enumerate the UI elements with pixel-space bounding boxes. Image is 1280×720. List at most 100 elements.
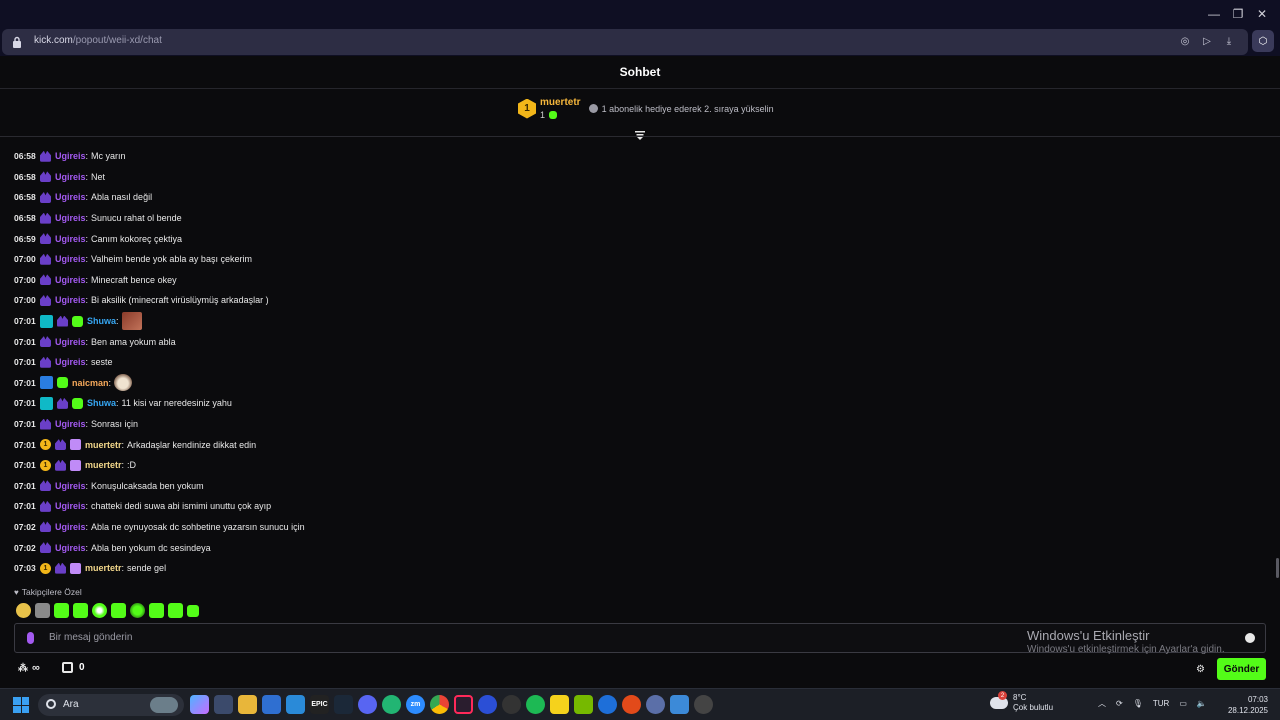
username[interactable]: muertetr — [85, 440, 122, 450]
circle-app-icon[interactable] — [646, 695, 665, 714]
username[interactable]: Ugireis — [55, 481, 86, 491]
store-app-icon[interactable] — [262, 695, 281, 714]
username[interactable]: muertetr — [85, 460, 122, 470]
search-label: Ara — [63, 699, 79, 710]
username[interactable]: Shuwa — [87, 398, 116, 408]
username[interactable]: Ugireis — [55, 501, 86, 511]
volume-icon[interactable]: 🔈 — [1197, 699, 1207, 708]
file-explorer-icon[interactable] — [238, 695, 257, 714]
minimize-icon[interactable]: — — [1202, 0, 1226, 28]
window-titlebar: — ❐ ✕ — [0, 0, 1280, 28]
chrome-icon[interactable] — [430, 695, 449, 714]
emote-button[interactable] — [168, 603, 183, 618]
message-input[interactable]: Bir mesaj gönderin Windows'u Etkinleştir… — [14, 623, 1266, 655]
microphone-icon[interactable]: 🎙 — [1133, 699, 1143, 708]
extension-icon[interactable]: ⬡ — [1252, 30, 1274, 52]
message-text: 11 kisi var neredesiniz yahu — [121, 398, 232, 409]
username[interactable]: Ugireis — [55, 337, 86, 347]
username[interactable]: Shuwa — [87, 316, 116, 326]
opera-gx-icon[interactable] — [454, 695, 473, 714]
chat-message: 07:01 Ugireis: chatteki dedi suwa abi ismi… — [14, 500, 272, 512]
username[interactable]: Ugireis — [55, 213, 86, 223]
mail-icon[interactable] — [286, 695, 305, 714]
chat-message: 07:03 1 muertetr: sende gel — [14, 562, 167, 574]
chevron-up-icon[interactable]: ︿ — [1098, 698, 1106, 709]
obs-icon[interactable] — [502, 695, 521, 714]
subscriber-badge-icon — [40, 336, 51, 348]
emoji-icon[interactable] — [1245, 633, 1255, 643]
zoom-icon[interactable]: zm — [406, 695, 425, 714]
scrollbar[interactable] — [1276, 558, 1279, 578]
pinned-username[interactable]: muertetr — [540, 97, 581, 108]
username[interactable]: Ugireis — [55, 419, 86, 429]
epic-games-icon[interactable]: EPIC — [310, 695, 329, 714]
taskbar-search[interactable]: Ara — [38, 694, 184, 716]
message-text: sende gel — [127, 563, 167, 574]
username[interactable]: Ugireis — [55, 275, 86, 285]
send-icon[interactable]: ▷ — [1200, 34, 1214, 48]
display-icon[interactable]: ▭ — [1179, 699, 1187, 708]
gifter-badge-icon — [70, 459, 81, 471]
username[interactable]: Ugireis — [55, 295, 86, 305]
username[interactable]: Ugireis — [55, 151, 86, 161]
username[interactable]: Ugireis — [55, 254, 86, 264]
store-button[interactable]: 0 — [62, 662, 85, 673]
windows-start-icon[interactable] — [13, 697, 29, 713]
gear-icon[interactable]: ⚙ — [1196, 664, 1206, 675]
close-icon[interactable]: ✕ — [1250, 0, 1274, 28]
username[interactable]: naicman — [72, 378, 109, 388]
edge-app-icon[interactable] — [478, 695, 497, 714]
emote-button[interactable] — [92, 603, 107, 618]
username[interactable]: muertetr — [85, 563, 122, 573]
chat-message: 06:59 Ugireis: Canım kokoreç çektiya — [14, 233, 183, 245]
username[interactable]: Ugireis — [55, 192, 86, 202]
discord-icon[interactable] — [358, 695, 377, 714]
media-player-icon[interactable] — [598, 695, 617, 714]
emote-button[interactable] — [111, 603, 126, 618]
task-view-icon[interactable] — [214, 695, 233, 714]
settings-app-icon[interactable] — [694, 695, 713, 714]
sync-icon[interactable]: ⟳ — [1116, 699, 1123, 708]
green-app-icon[interactable] — [382, 695, 401, 714]
message-text: Konuşulcaksada ben yokum — [91, 480, 204, 491]
sticky-notes-icon[interactable] — [550, 695, 569, 714]
emote-button[interactable] — [149, 603, 164, 618]
notification-badge: 2 — [998, 691, 1007, 700]
subscriber-badge-icon — [40, 356, 51, 368]
emote-button[interactable] — [16, 603, 31, 618]
steam-icon[interactable] — [334, 695, 353, 714]
photos-icon[interactable] — [670, 695, 689, 714]
spotify-icon[interactable] — [526, 695, 545, 714]
pinned-message-text: 1 abonelik hediye ederek 2. sıraya yükse… — [601, 103, 774, 114]
emote-button[interactable] — [130, 603, 145, 618]
points-button[interactable]: ⁂ ∞ — [18, 662, 40, 674]
message-text: Mc yarın — [91, 151, 126, 162]
nvidia-icon[interactable] — [574, 695, 593, 714]
emote-button[interactable] — [35, 603, 50, 618]
collapse-icon[interactable] — [635, 130, 645, 140]
timestamp: 07:03 — [14, 563, 36, 574]
restore-icon[interactable]: ❐ — [1226, 0, 1250, 28]
username[interactable]: Ugireis — [55, 234, 86, 244]
clock[interactable]: 07:03 28.12.2025 — [1228, 694, 1268, 716]
language-indicator[interactable]: TUR — [1153, 699, 1169, 708]
weather-widget[interactable]: 2 8°C Çok bulutlu — [990, 691, 1053, 713]
emote-button[interactable] — [73, 603, 88, 618]
url-field[interactable]: kick.com/popout/weii-xd/chat ◎ ▷ ⤓ — [2, 29, 1248, 55]
shield-icon[interactable]: ◎ — [1178, 34, 1192, 48]
username[interactable]: Ugireis — [55, 522, 86, 532]
username[interactable]: Ugireis — [55, 357, 86, 367]
copilot-icon[interactable] — [190, 695, 209, 714]
mic-icon[interactable] — [27, 632, 34, 644]
emote-button[interactable] — [187, 605, 199, 617]
username[interactable]: Ugireis — [55, 172, 86, 182]
username[interactable]: Ugireis — [55, 543, 86, 553]
emote-button[interactable] — [54, 603, 69, 618]
send-button[interactable]: Gönder — [1217, 658, 1266, 680]
message-text: Canım kokoreç çektiya — [91, 233, 183, 244]
message-text: chatteki dedi suwa abi ismimi unuttu çok… — [91, 501, 272, 512]
system-tray: ︿ ⟳ 🎙 TUR ▭ 🔈 — [1098, 698, 1207, 709]
points-value: ∞ — [32, 662, 40, 674]
game-launcher-icon[interactable] — [622, 695, 641, 714]
download-icon[interactable]: ⤓ — [1222, 34, 1236, 48]
